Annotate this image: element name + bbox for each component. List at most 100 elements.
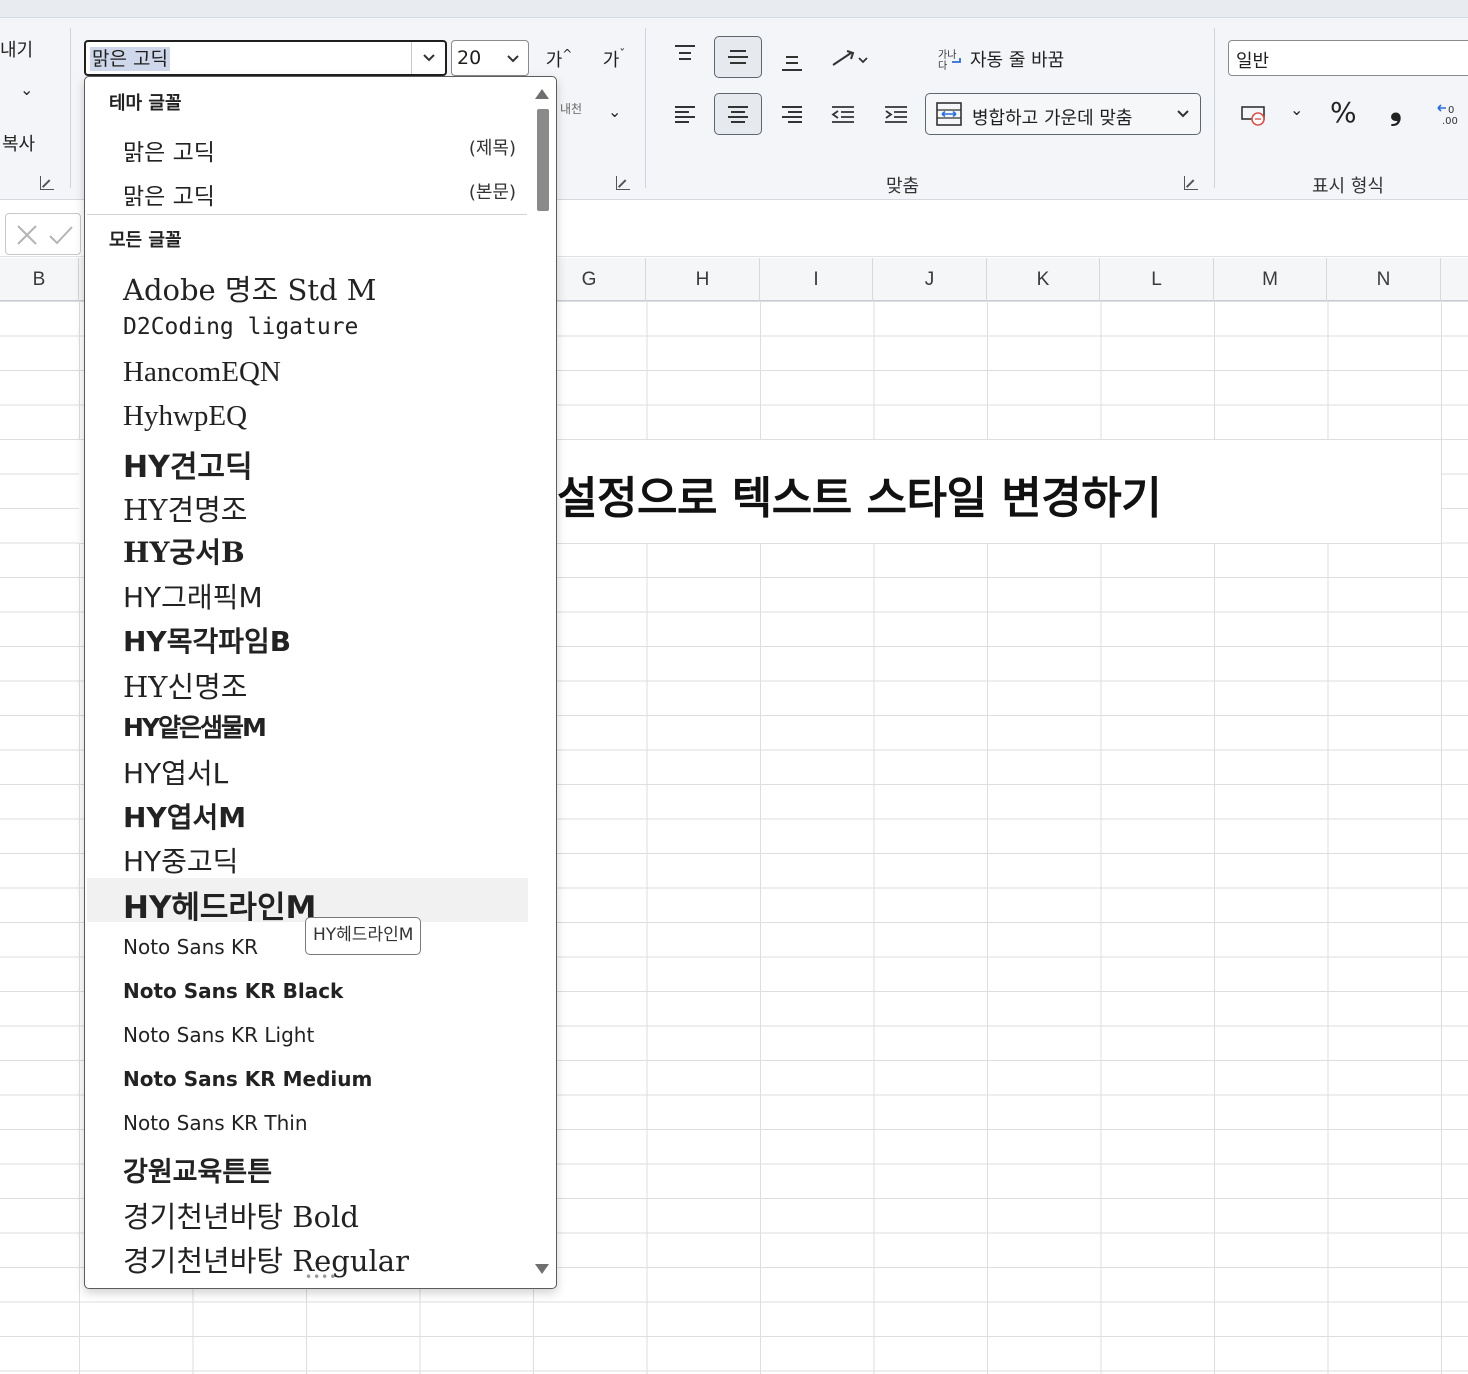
font-option-tag: (제목): [468, 138, 516, 159]
font-option[interactable]: HY목각파임B: [87, 614, 528, 658]
font-option-label: HY견명조: [123, 493, 248, 527]
font-option[interactable]: 강원교육튼튼: [87, 1145, 528, 1189]
column-header-k[interactable]: K: [987, 258, 1100, 301]
font-option-label: HY헤드라인M: [123, 890, 317, 926]
align-top-button[interactable]: [661, 32, 709, 74]
font-option[interactable]: HY엽서M: [87, 790, 528, 834]
svg-text:가나: 가나: [938, 49, 956, 61]
ribbon-separator: [1214, 28, 1215, 188]
scrollbar-thumb[interactable]: [537, 109, 549, 211]
align-center-button[interactable]: [714, 93, 762, 135]
number-format-group-label: 표시 형식: [1312, 176, 1384, 197]
comma-style-button[interactable]: ❟: [1390, 92, 1402, 127]
column-header-i[interactable]: I: [760, 258, 873, 301]
font-name-dropdown-button[interactable]: [411, 42, 445, 74]
font-option[interactable]: Noto Sans KR Light: [87, 1013, 528, 1057]
font-option[interactable]: HY견명조: [87, 482, 528, 527]
wrap-text-button[interactable]: 가나 다 자동 줄 바꿈: [932, 38, 1082, 80]
formula-bar-buttons: [5, 213, 81, 255]
increase-font-size-button[interactable]: 가 ^: [535, 38, 583, 80]
font-option[interactable]: HY엽서L: [87, 746, 528, 790]
font-option[interactable]: HancomEQN: [87, 350, 528, 394]
font-size-dropdown-button[interactable]: [506, 49, 520, 68]
font-option-hovered[interactable]: HY헤드라인M: [87, 878, 528, 926]
font-option[interactable]: HY얕은샘물M: [87, 702, 528, 746]
font-option[interactable]: 경기천년바탕 Bold: [87, 1189, 528, 1234]
chevron-down-icon[interactable]: [1176, 109, 1190, 119]
clipboard-launcher-icon[interactable]: [40, 176, 54, 190]
font-option[interactable]: 맑은 고딕 (제목): [87, 124, 528, 168]
font-name-combobox[interactable]: 맑은 고딕: [84, 40, 447, 76]
increase-decimal-button[interactable]: 0.00: [1428, 93, 1468, 135]
merge-and-center-button[interactable]: 병합하고 가운데 맞춤: [925, 93, 1201, 135]
decrease-indent-icon: [831, 106, 854, 123]
scroll-down-arrow-icon[interactable]: [535, 1264, 549, 1274]
align-middle-button[interactable]: [714, 36, 762, 78]
font-launcher-icon[interactable]: [616, 176, 630, 190]
column-header-h[interactable]: H: [646, 258, 760, 301]
font-option[interactable]: HY궁서B: [87, 526, 528, 570]
number-format-input[interactable]: 일반: [1236, 47, 1269, 73]
font-option-label: Noto Sans KR: [123, 935, 259, 959]
font-option[interactable]: HY견고딕: [87, 438, 528, 485]
chevron-down-icon: [507, 55, 519, 63]
font-option[interactable]: HY신명조: [87, 658, 528, 704]
font-option-label: 경기천년바탕 Regular: [123, 1244, 409, 1278]
number-format-combobox[interactable]: 일반: [1228, 40, 1468, 76]
ribbon-separator: [645, 28, 646, 188]
font-option[interactable]: Noto Sans KR Thin: [87, 1101, 528, 1145]
font-option-label: HY그래픽M: [123, 581, 263, 614]
font-name-input[interactable]: 맑은 고딕: [90, 47, 170, 71]
column-header-j[interactable]: J: [873, 258, 987, 301]
scroll-up-arrow-icon[interactable]: [535, 89, 549, 99]
font-option-label: HY목각파임B: [123, 625, 292, 658]
orientation-button[interactable]: [826, 38, 874, 80]
align-bottom-button[interactable]: [768, 42, 816, 84]
font-size-input[interactable]: 20: [457, 47, 481, 69]
column-header-n[interactable]: N: [1327, 258, 1441, 301]
decrease-indent-button[interactable]: [819, 93, 867, 135]
column-header-l[interactable]: L: [1100, 258, 1214, 301]
font-option-label: HY견고딕: [123, 450, 253, 485]
font-option[interactable]: Noto Sans KR Medium: [87, 1057, 528, 1101]
accounting-format-button[interactable]: [1230, 93, 1278, 135]
font-option-label: HancomEQN: [123, 356, 281, 388]
font-option[interactable]: HY그래픽M: [87, 570, 528, 614]
increase-indent-button[interactable]: [872, 93, 920, 135]
cancel-confirm-icons[interactable]: [6, 214, 76, 254]
column-header-m[interactable]: M: [1214, 258, 1327, 301]
dropdown-scrollbar[interactable]: [530, 79, 554, 1284]
phonetic-dropdown-chevron-icon[interactable]: ⌄: [608, 102, 621, 121]
font-option-label: HY궁서B: [123, 536, 245, 569]
align-left-button[interactable]: [661, 93, 709, 135]
column-header-b[interactable]: B: [0, 258, 79, 301]
font-option-label: Adobe 명조 Std M: [123, 273, 377, 307]
paste-dropdown-chevron-icon[interactable]: ⌄: [20, 80, 33, 99]
copy-label[interactable]: 복사: [2, 130, 35, 156]
font-option[interactable]: Adobe 명조 Std M: [87, 261, 528, 307]
font-option-label: 경기천년바탕 Bold: [123, 1200, 359, 1234]
all-fonts-heading: 모든 글꼴: [109, 230, 182, 251]
decrease-font-size-button[interactable]: 가ˇ: [590, 38, 638, 80]
align-right-button[interactable]: [768, 93, 816, 135]
alignment-group-label: 맞춤: [886, 176, 920, 197]
font-option[interactable]: HY중고딕: [87, 834, 528, 878]
font-dropdown-list[interactable]: 테마 글꼴 맑은 고딕 (제목) 맑은 고딕 (본문) 모든 글꼴 Adobe …: [84, 76, 557, 1289]
phonetic-guide-icon[interactable]: 내천: [560, 100, 582, 117]
font-option[interactable]: HyhwpEQ: [87, 394, 528, 438]
alignment-launcher-icon[interactable]: [1184, 176, 1198, 190]
font-option[interactable]: Noto Sans KR Black: [87, 969, 528, 1013]
align-top-icon: [675, 45, 695, 60]
merged-title-text: 설정으로 텍스트 스타일 변경하기: [557, 473, 1162, 524]
svg-text:.00: .00: [1442, 116, 1458, 126]
resize-grip-icon[interactable]: ••••: [305, 1270, 337, 1284]
percent-style-button[interactable]: %: [1330, 96, 1357, 129]
font-size-combobox[interactable]: 20: [451, 40, 529, 76]
accounting-dropdown-chevron-icon[interactable]: ⌄: [1290, 100, 1303, 119]
wrap-text-label: 자동 줄 바꿈: [970, 50, 1065, 71]
paste-label[interactable]: 내기: [0, 36, 33, 62]
font-option[interactable]: 맑은 고딕 (본문): [87, 168, 528, 212]
title-strip: [0, 0, 1468, 18]
wrap-text-icon: 가나다: [938, 49, 961, 71]
font-option[interactable]: D2Coding ligature: [87, 305, 528, 349]
